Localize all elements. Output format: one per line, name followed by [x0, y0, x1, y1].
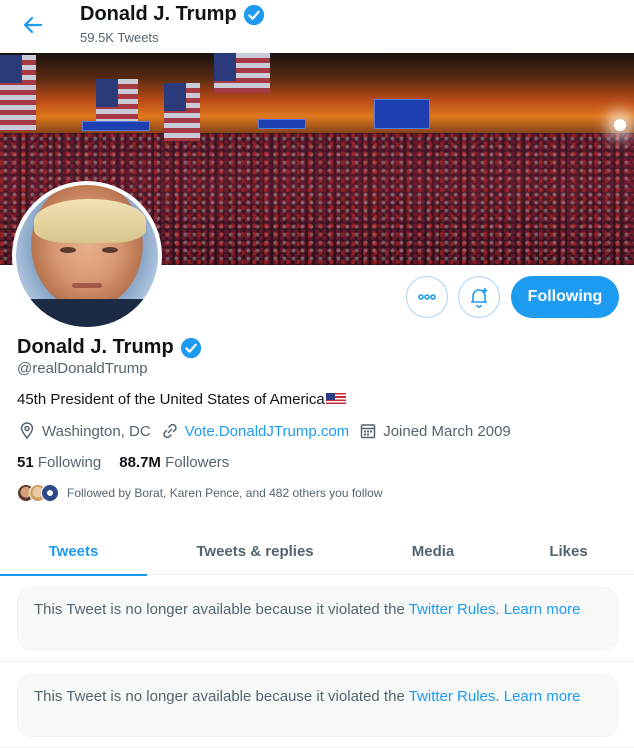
- profile-bio: 45th President of the United States of A…: [17, 391, 325, 408]
- tab-tweets[interactable]: Tweets: [0, 527, 147, 576]
- avatar-mouth: [72, 283, 102, 288]
- banner-flag: [164, 83, 200, 141]
- calendar-icon: [360, 424, 376, 439]
- unavailable-tweet-notice: This Tweet is no longer available becaus…: [17, 587, 618, 650]
- link-icon: [162, 423, 177, 439]
- profile-name: Donald J. Trump: [17, 336, 174, 358]
- notice-text: This Tweet is no longer available becaus…: [34, 688, 409, 705]
- website-item: Vote.DonaldJTrump.com: [161, 422, 350, 440]
- banner-sign: [258, 119, 306, 129]
- follow-stats: 51 Following 88.7M Followers: [17, 454, 229, 471]
- avatar[interactable]: [12, 181, 162, 331]
- profile-name-row: Donald J. Trump: [17, 336, 202, 359]
- unavailable-tweet-notice: This Tweet is no longer available becaus…: [17, 674, 618, 737]
- us-flag-icon: [325, 393, 346, 406]
- following-label: Following: [37, 454, 102, 471]
- profile-bio-row: 45th President of the United States of A…: [17, 391, 346, 408]
- back-arrow-icon: [23, 16, 43, 34]
- mutual-avatars: [17, 484, 59, 502]
- tweet-cell[interactable]: This Tweet is no longer available becaus…: [0, 663, 634, 748]
- joined-item: Joined March 2009: [359, 422, 511, 440]
- following-count: 51: [17, 454, 34, 471]
- avatar-suit: [16, 299, 158, 327]
- location-text: Washington, DC: [42, 422, 151, 440]
- learn-more-link[interactable]: Learn more: [504, 688, 581, 705]
- tab-likes[interactable]: Likes: [503, 527, 634, 575]
- more-button[interactable]: [406, 276, 448, 318]
- twitter-rules-link[interactable]: Twitter Rules: [409, 688, 496, 705]
- banner-flag: [214, 53, 270, 93]
- following-stat[interactable]: 51 Following: [17, 454, 101, 471]
- avatar-eye: [102, 247, 118, 253]
- notice-punct: .: [495, 601, 504, 618]
- twitter-rules-link[interactable]: Twitter Rules: [409, 601, 496, 618]
- banner-flag: [96, 79, 138, 123]
- notice-text: This Tweet is no longer available becaus…: [34, 601, 409, 618]
- avatar: [41, 484, 59, 502]
- verified-badge-icon: [243, 4, 264, 25]
- following-button[interactable]: Following: [511, 276, 619, 318]
- profile-meta: Washington, DC Vote.DonaldJTrump.com Joi…: [18, 422, 521, 440]
- followers-label: Followers: [165, 454, 230, 471]
- profile-handle: @realDonaldTrump: [17, 360, 148, 377]
- joined-text: Joined March 2009: [383, 422, 511, 440]
- top-header: Donald J. Trump 59.5K Tweets: [0, 0, 634, 52]
- notification-bell-icon: [471, 288, 488, 308]
- banner-light: [614, 119, 626, 131]
- followers-count: 88.7M: [119, 454, 161, 471]
- followed-by-text: Followed by Borat, Karen Pence, and 482 …: [67, 486, 383, 500]
- header-title-row: Donald J. Trump: [80, 3, 265, 26]
- banner-flag: [0, 55, 36, 131]
- tab-tweets-replies[interactable]: Tweets & replies: [147, 527, 363, 575]
- notice-punct: .: [495, 688, 504, 705]
- learn-more-link[interactable]: Learn more: [504, 601, 581, 618]
- back-button[interactable]: [18, 10, 48, 40]
- followed-by-row[interactable]: Followed by Borat, Karen Pence, and 482 …: [17, 484, 383, 502]
- more-icon: [418, 294, 436, 300]
- avatar-hair: [34, 199, 146, 243]
- location-item: Washington, DC: [18, 422, 151, 440]
- tweet-cell[interactable]: This Tweet is no longer available becaus…: [0, 576, 634, 662]
- tab-media[interactable]: Media: [363, 527, 503, 575]
- tweet-count: 59.5K Tweets: [80, 30, 159, 45]
- notification-button[interactable]: [458, 276, 500, 318]
- banner-sign: [374, 99, 430, 129]
- header-title: Donald J. Trump: [80, 3, 237, 25]
- location-icon: [20, 422, 34, 440]
- verified-badge-icon: [180, 337, 201, 358]
- avatar-eye: [60, 247, 76, 253]
- website-link[interactable]: Vote.DonaldJTrump.com: [185, 423, 350, 440]
- banner-sign: [82, 121, 150, 131]
- followers-stat[interactable]: 88.7M Followers: [119, 454, 229, 471]
- profile-tabs: Tweets Tweets & replies Media Likes: [0, 527, 634, 576]
